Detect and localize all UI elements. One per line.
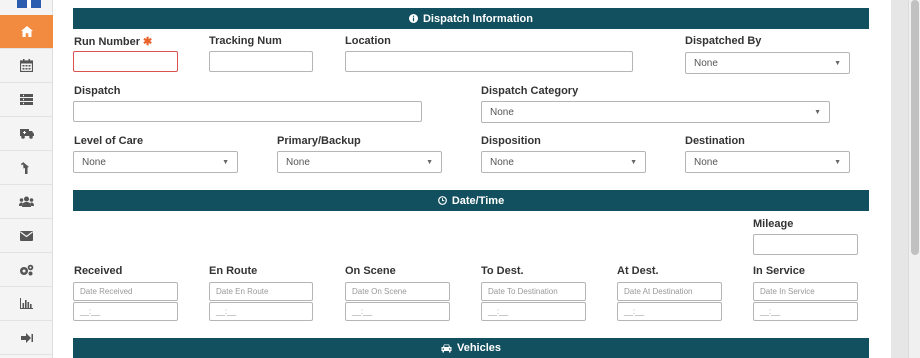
dispatch-information-header: Dispatch Information bbox=[73, 8, 869, 29]
mileage-input[interactable] bbox=[753, 234, 858, 255]
chevron-down-icon: ▼ bbox=[834, 158, 841, 166]
vehicles-title: Vehicles bbox=[456, 342, 502, 354]
clock-icon bbox=[437, 196, 447, 205]
calendar-icon bbox=[20, 59, 33, 72]
dispatch-label: Dispatch bbox=[74, 85, 121, 97]
nav-messages[interactable] bbox=[0, 219, 53, 253]
car-icon bbox=[441, 344, 452, 352]
chevron-down-icon: ▼ bbox=[426, 158, 433, 166]
nav-users[interactable] bbox=[0, 185, 53, 219]
received-date-input[interactable]: Date Received bbox=[73, 282, 178, 301]
thumbs-up-icon bbox=[20, 161, 29, 174]
location-input[interactable] bbox=[345, 51, 633, 72]
destination-label: Destination bbox=[685, 135, 745, 147]
vehicles-header: Vehicles bbox=[73, 338, 869, 358]
nav-home[interactable] bbox=[0, 15, 53, 49]
dispatched-by-select[interactable]: None ▼ bbox=[685, 52, 850, 74]
home-icon bbox=[20, 26, 33, 37]
star-of-life-logo-icon bbox=[17, 0, 41, 8]
cogs-icon bbox=[20, 264, 34, 275]
nav-list[interactable] bbox=[0, 83, 53, 117]
scrollbar-thumb[interactable] bbox=[911, 0, 919, 255]
sign-out-icon bbox=[20, 332, 33, 343]
at-dest-time-input[interactable]: __:__ bbox=[617, 302, 722, 321]
dispatch-category-label: Dispatch Category bbox=[481, 85, 579, 97]
received-label: Received bbox=[74, 265, 123, 277]
primary-backup-label: Primary/Backup bbox=[277, 135, 361, 147]
nav-ambulance[interactable] bbox=[0, 117, 53, 151]
disposition-select[interactable]: None ▼ bbox=[481, 151, 646, 173]
info-circle-icon bbox=[408, 14, 418, 23]
on-scene-time-input[interactable]: __:__ bbox=[345, 302, 450, 321]
en-route-date-input[interactable]: Date En Route bbox=[209, 282, 313, 301]
tracking-num-label: Tracking Num bbox=[209, 35, 282, 47]
to-dest-date-input[interactable]: Date To Destination bbox=[481, 282, 586, 301]
chevron-down-icon: ▼ bbox=[222, 158, 229, 166]
dispatch-category-select[interactable]: None ▼ bbox=[481, 101, 830, 123]
in-service-time-input[interactable]: __:__ bbox=[753, 302, 858, 321]
mileage-label: Mileage bbox=[753, 218, 794, 230]
received-time-input[interactable]: __:__ bbox=[73, 302, 178, 321]
en-route-label: En Route bbox=[209, 265, 258, 277]
date-time-title: Date/Time bbox=[451, 194, 505, 207]
to-dest-label: To Dest. bbox=[481, 265, 524, 277]
tracking-num-input[interactable] bbox=[209, 51, 313, 72]
nav-logout[interactable] bbox=[0, 321, 53, 355]
required-asterisk: ✱ bbox=[143, 36, 153, 48]
destination-select[interactable]: None ▼ bbox=[685, 151, 850, 173]
on-scene-date-input[interactable]: Date On Scene bbox=[345, 282, 450, 301]
dispatch-information-title: Dispatch Information bbox=[422, 12, 533, 25]
to-dest-time-input[interactable]: __:__ bbox=[481, 302, 586, 321]
nav-calendar[interactable] bbox=[0, 49, 53, 83]
at-dest-date-input[interactable]: Date At Destination bbox=[617, 282, 722, 301]
dispatch-input[interactable] bbox=[73, 101, 422, 122]
level-of-care-select[interactable]: None ▼ bbox=[73, 151, 238, 173]
disposition-value: None bbox=[490, 156, 514, 168]
run-number-input[interactable] bbox=[73, 51, 178, 72]
level-of-care-label: Level of Care bbox=[74, 135, 144, 147]
primary-backup-select[interactable]: None ▼ bbox=[277, 151, 442, 173]
level-of-care-value: None bbox=[82, 156, 106, 168]
list-icon bbox=[20, 94, 33, 105]
disposition-label: Disposition bbox=[481, 135, 541, 147]
destination-value: None bbox=[694, 156, 718, 168]
chevron-down-icon: ▼ bbox=[834, 59, 841, 67]
location-label: Location bbox=[345, 35, 391, 47]
users-icon bbox=[19, 196, 34, 207]
en-route-time-input[interactable]: __:__ bbox=[209, 302, 313, 321]
dispatch-category-value: None bbox=[490, 106, 514, 118]
date-time-header: Date/Time bbox=[73, 190, 869, 211]
nav-settings[interactable] bbox=[0, 253, 53, 287]
nav-reports[interactable] bbox=[0, 287, 53, 321]
chevron-down-icon: ▼ bbox=[814, 108, 821, 116]
page-scrollbar[interactable] bbox=[908, 0, 920, 358]
bar-chart-icon bbox=[20, 298, 33, 309]
dispatched-by-value: None bbox=[694, 57, 718, 69]
dispatched-by-label: Dispatched By bbox=[685, 35, 762, 47]
at-dest-label: At Dest. bbox=[617, 265, 659, 277]
envelope-icon bbox=[20, 230, 33, 241]
in-service-date-input[interactable]: Date In Service bbox=[753, 282, 858, 301]
primary-backup-value: None bbox=[286, 156, 310, 168]
chevron-down-icon: ▼ bbox=[630, 158, 637, 166]
in-service-label: In Service bbox=[753, 265, 805, 277]
sidebar bbox=[0, 0, 53, 358]
on-scene-label: On Scene bbox=[345, 265, 396, 277]
ambulance-icon bbox=[19, 129, 34, 139]
run-number-label: Run Number ✱ bbox=[74, 36, 153, 48]
nav-thumbs-up[interactable] bbox=[0, 151, 53, 185]
